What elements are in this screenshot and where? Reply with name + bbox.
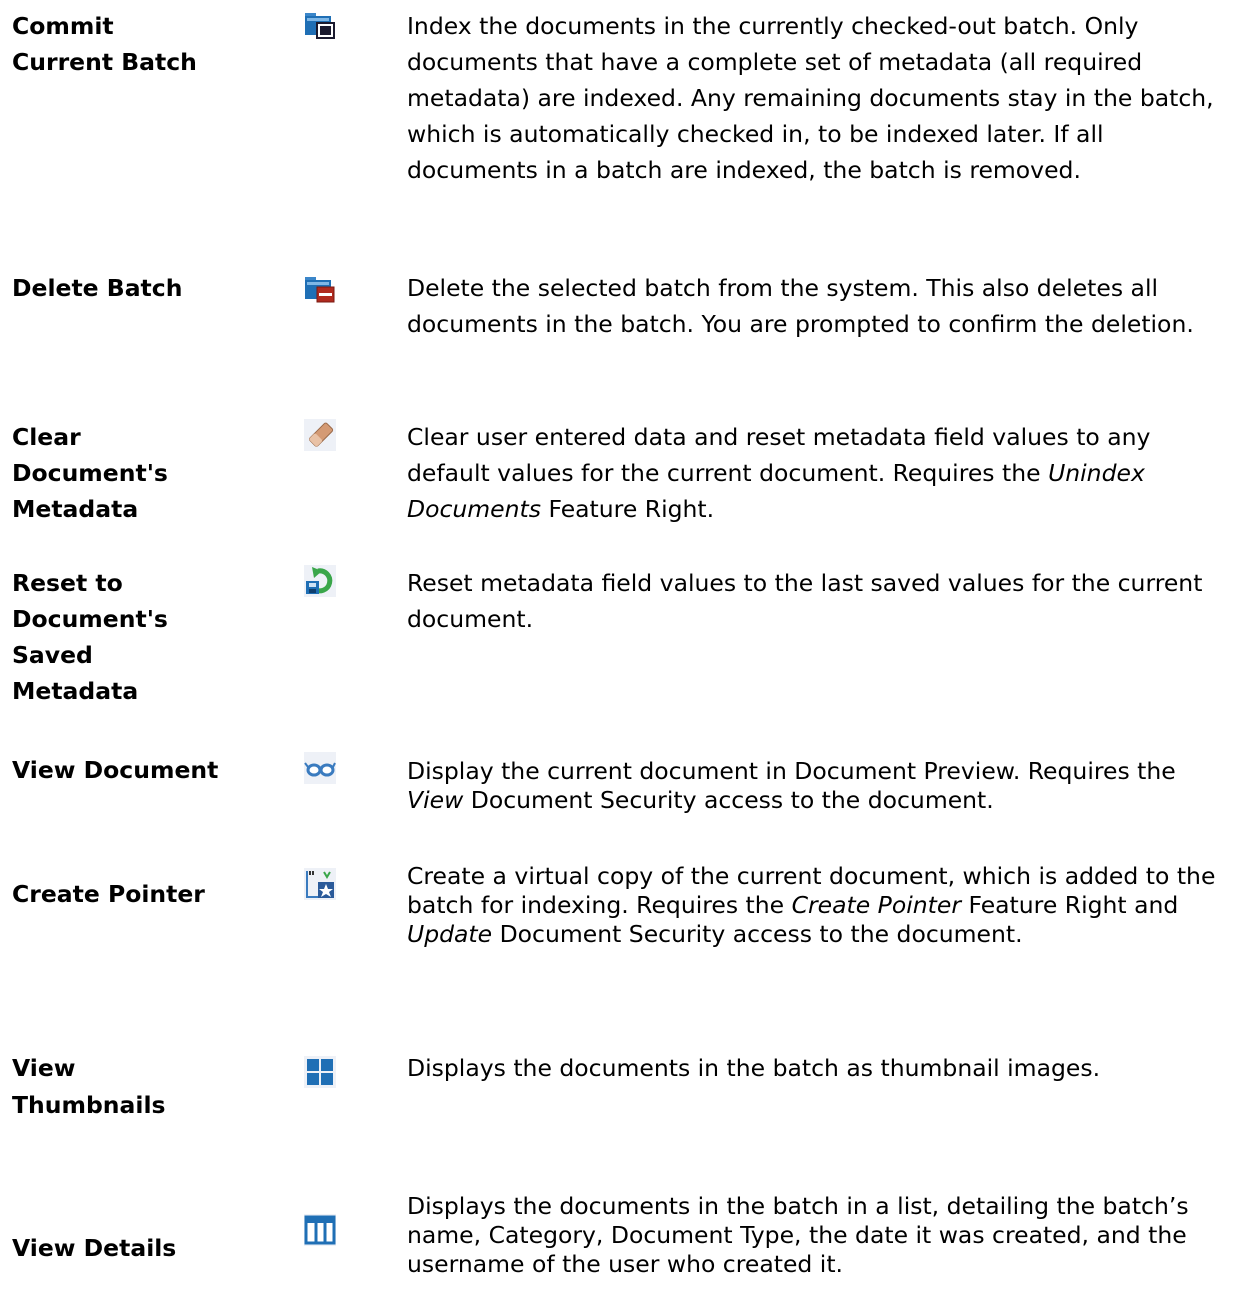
description-text: Feature Right. (541, 495, 715, 523)
glasses-icon (304, 752, 336, 784)
command-label: Delete Batch (12, 274, 183, 302)
delete-batch-icon (304, 272, 336, 304)
description-text: Clear user entered data and reset metada… (407, 423, 1151, 487)
command-description: Displays the documents in the batch as t… (407, 1054, 1101, 1082)
command-description: Index the documents in the currently che… (407, 12, 1214, 184)
command-label: Clear Document's Metadata (12, 423, 168, 523)
command-description: Create a virtual copy of the current doc… (407, 862, 1217, 949)
description-text: Document Security access to the document… (492, 920, 1023, 948)
description-text: Display the current document in Document… (407, 757, 1176, 785)
description-text: Document Security access to the document… (463, 786, 994, 814)
command-description: Clear user entered data and reset metada… (407, 419, 1217, 527)
security-access-name: View (407, 786, 464, 814)
command-description: Display the current document in Document… (407, 757, 1217, 815)
details-view-icon (304, 1214, 336, 1246)
reset-saved-icon (304, 565, 336, 597)
command-label: Reset to Document's Saved Metadata (12, 569, 168, 705)
command-description: Delete the selected batch from the syste… (407, 274, 1194, 338)
command-description: Reset metadata field values to the last … (407, 569, 1203, 633)
commit-batch-icon (304, 8, 336, 40)
thumbnails-icon (304, 1056, 336, 1088)
eraser-icon (304, 419, 336, 451)
create-pointer-icon (304, 868, 336, 900)
command-label: View Thumbnails (12, 1054, 166, 1119)
command-label: View Details (12, 1234, 177, 1262)
security-access-name: Update (407, 920, 493, 948)
command-description: Displays the documents in the batch in a… (407, 1192, 1189, 1278)
description-text: Feature Right and (961, 891, 1179, 919)
command-label: View Document (12, 756, 219, 784)
feature-right-name: Create Pointer (791, 891, 961, 919)
command-label: Commit Current Batch (12, 12, 197, 76)
command-label: Create Pointer (12, 880, 205, 908)
